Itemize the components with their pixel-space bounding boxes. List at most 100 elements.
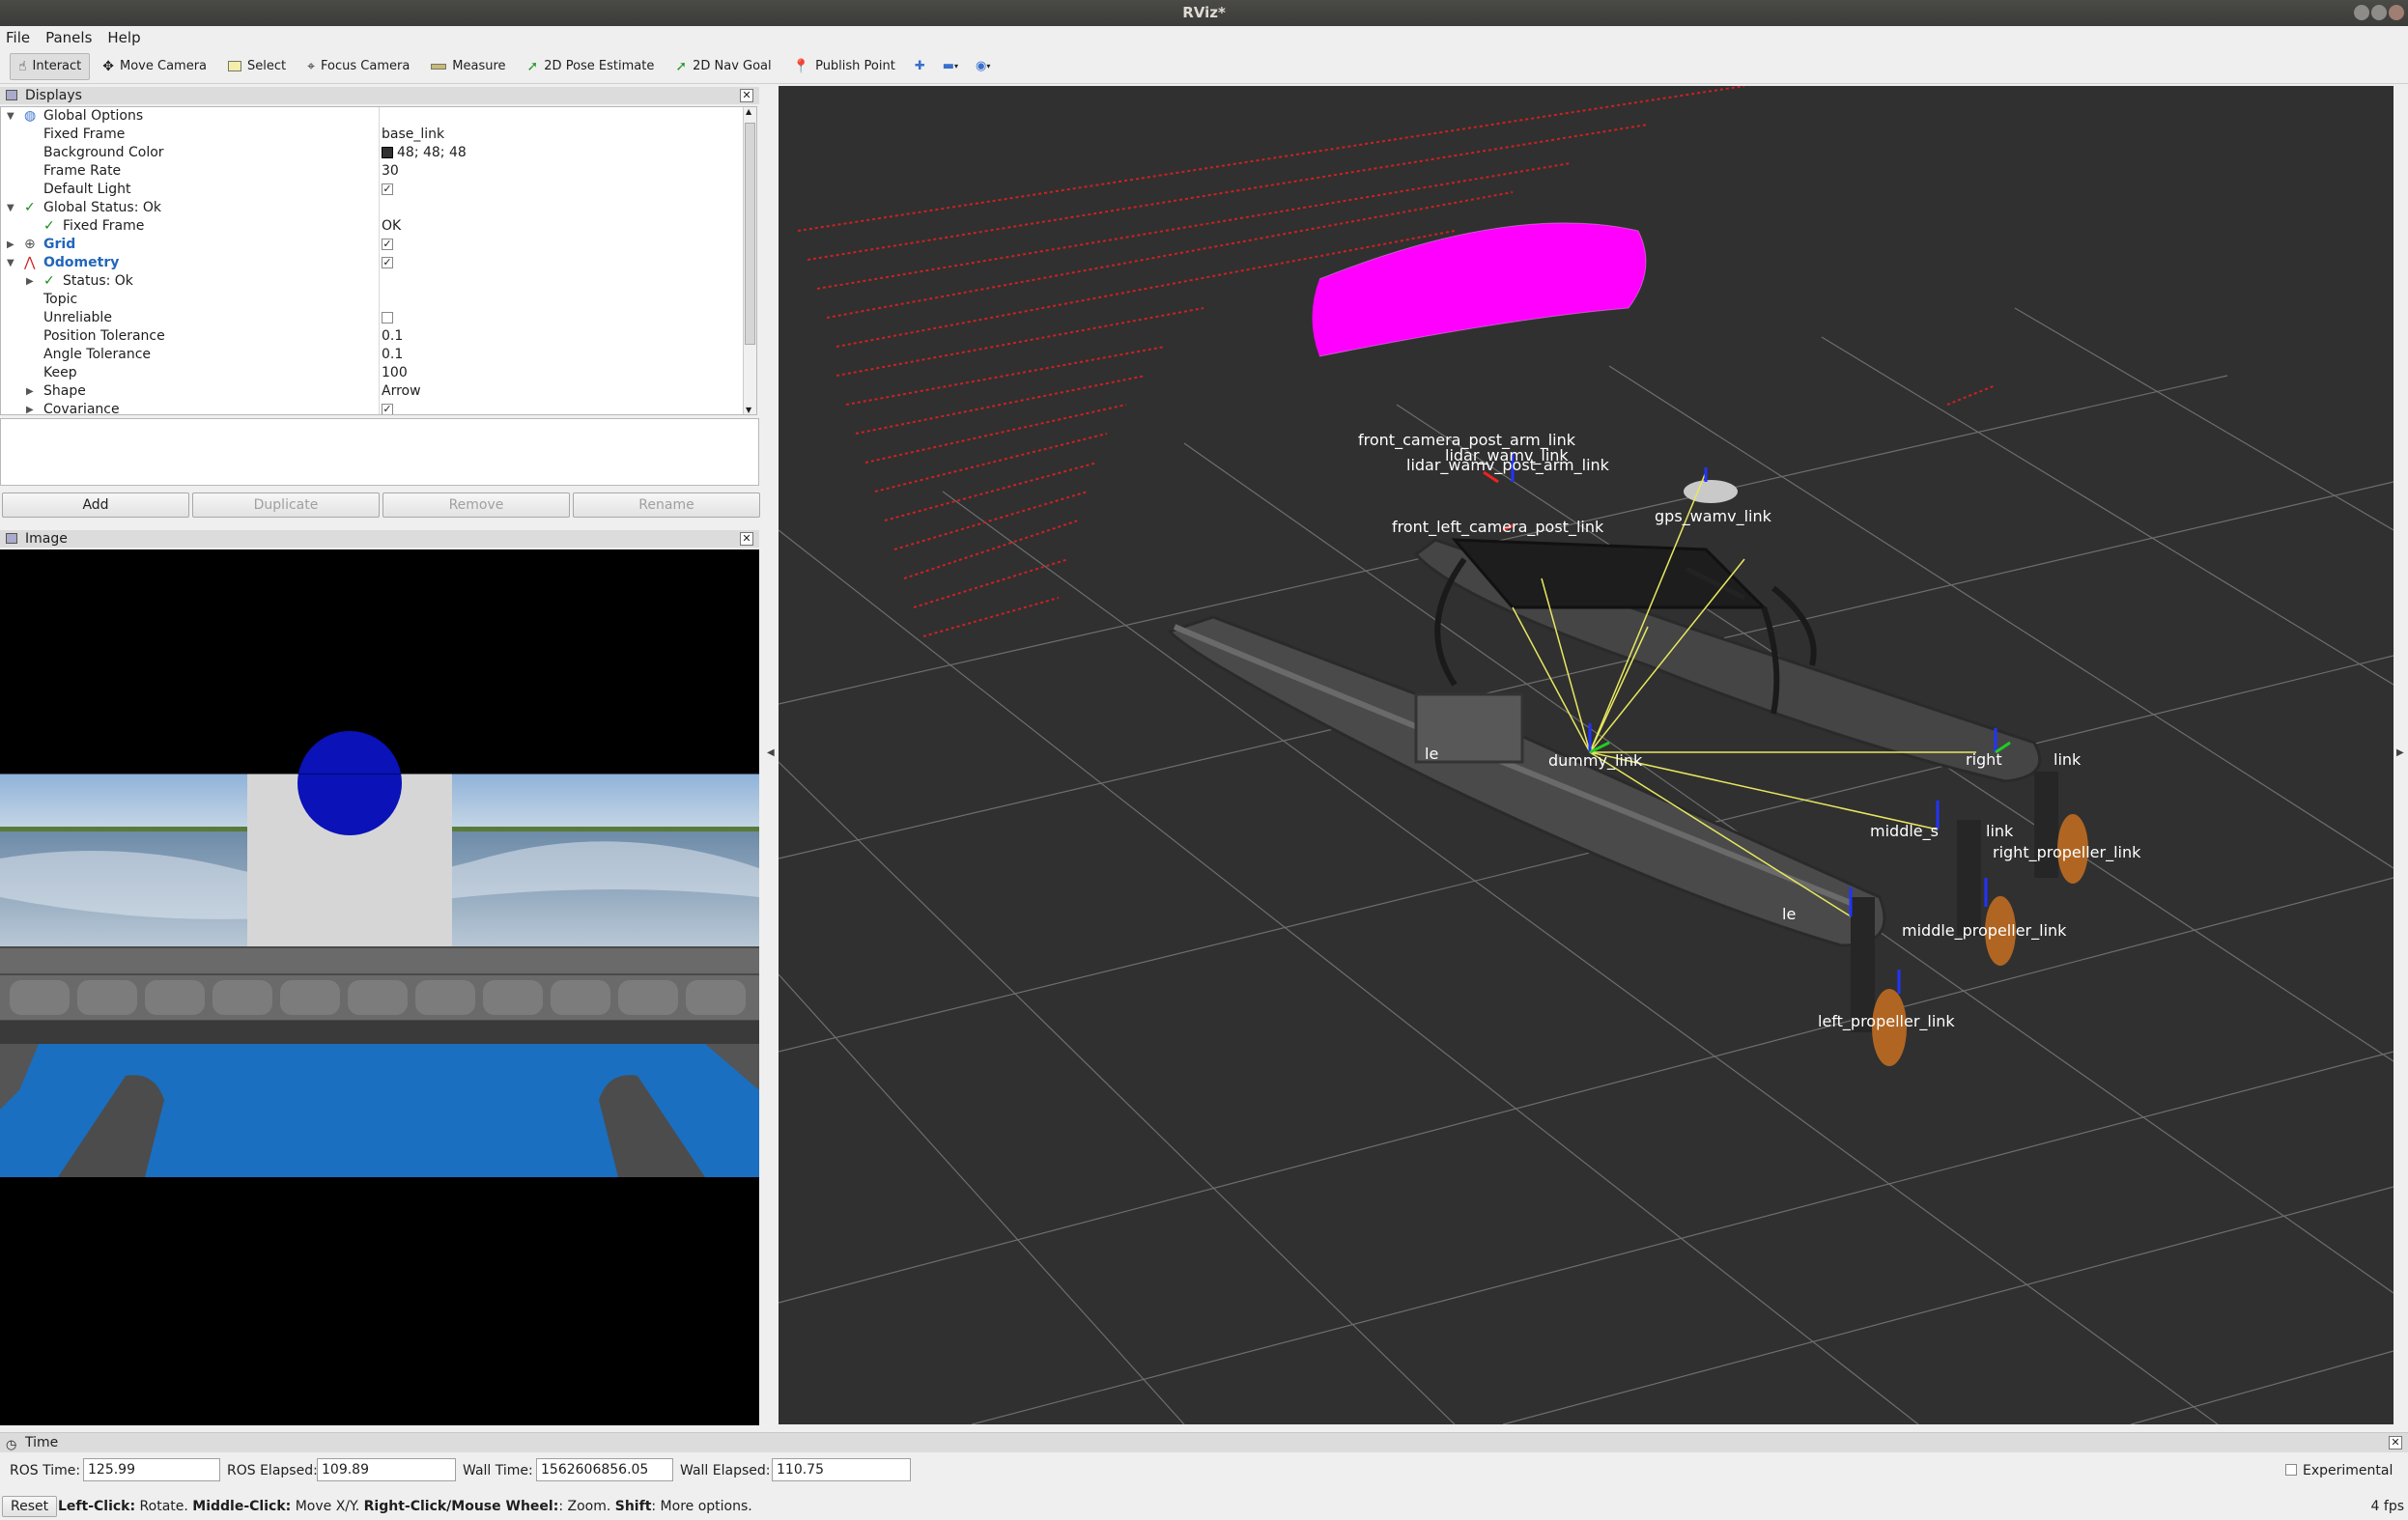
remove-display-button[interactable]: Remove [382, 493, 570, 518]
grid-enabled-checkbox[interactable]: ✓ [382, 239, 393, 250]
tree-row-angle-tolerance[interactable]: Angle Tolerance 0.1 [1, 346, 745, 364]
tree-label: Topic [43, 292, 78, 307]
measure-tool-button[interactable]: Measure [422, 53, 514, 80]
wall-elapsed-field[interactable]: 110.75 [772, 1458, 911, 1481]
window-title: RViz* [1182, 4, 1226, 21]
tree-label: Odometry [43, 255, 120, 270]
tree-row-global-status[interactable]: ▼ ✓ Global Status: Ok [1, 199, 745, 217]
render-3d-view[interactable]: front_camera_post_arm_link lidar_wamv_po… [779, 86, 2394, 1424]
tree-row-fixed-frame[interactable]: Fixed Frame base_link [1, 126, 745, 144]
camera-type-button[interactable]: ◉ ▾ [969, 53, 997, 80]
add-tool-button[interactable]: ✚ [908, 53, 932, 80]
tree-row-frame-rate[interactable]: Frame Rate 30 [1, 162, 745, 181]
odometry-enabled-checkbox[interactable]: ✓ [382, 257, 393, 268]
dropdown-arrow-icon: ▾ [986, 62, 991, 70]
status-value: OK [382, 218, 402, 234]
tree-row-fixed-frame-status[interactable]: ✓ Fixed Frame OK [1, 217, 745, 236]
green-arrow-icon: ➚ [526, 58, 539, 74]
camera-image [0, 731, 759, 1177]
pose-estimate-tool-button[interactable]: ➚ 2D Pose Estimate [519, 53, 664, 80]
collapsed-arrow-icon[interactable]: ▶ [26, 382, 34, 401]
background-color-value[interactable]: 48; 48; 48 [382, 144, 467, 162]
tree-label: Fixed Frame [63, 218, 145, 234]
expanded-arrow-icon[interactable]: ▼ [7, 107, 14, 126]
default-light-checkbox[interactable]: ✓ [382, 183, 393, 195]
focus-camera-tool-button[interactable]: ⌖ Focus Camera [298, 53, 418, 80]
tree-row-position-tolerance[interactable]: Position Tolerance 0.1 [1, 327, 745, 346]
tree-label: Background Color [43, 145, 164, 160]
green-arrow-icon: ➚ [675, 58, 688, 74]
menu-panels[interactable]: Panels [45, 29, 92, 46]
expanded-arrow-icon[interactable]: ▼ [7, 199, 14, 217]
tree-row-background-color[interactable]: Background Color 48; 48; 48 [1, 144, 745, 162]
ros-time-field[interactable]: 125.99 [83, 1458, 220, 1481]
collapse-left-arrow-icon[interactable]: ◀ [767, 747, 775, 758]
remove-tool-button[interactable]: ▬ ▾ [936, 53, 965, 80]
menu-file[interactable]: File [6, 29, 30, 46]
tree-row-global-options[interactable]: ▼ ◍ Global Options [1, 107, 745, 126]
time-panel-header: ◷ Time ✕ [0, 1433, 2408, 1452]
select-tool-button[interactable]: Select [219, 53, 295, 80]
experimental-checkbox[interactable] [2285, 1464, 2297, 1476]
image-icon [6, 533, 17, 544]
nav-goal-tool-button[interactable]: ➚ 2D Nav Goal [666, 53, 779, 80]
close-icon[interactable]: ✕ [2389, 1436, 2402, 1450]
close-icon[interactable]: ✕ [740, 532, 753, 546]
wall-time-field[interactable]: 1562606856.05 [536, 1458, 673, 1481]
covariance-checkbox[interactable]: ✓ [382, 404, 393, 414]
menu-help[interactable]: Help [107, 29, 140, 46]
rename-display-button[interactable]: Rename [573, 493, 760, 518]
hint-text: : More options. [651, 1499, 752, 1514]
minimize-button[interactable] [2354, 5, 2369, 20]
move-camera-tool-button[interactable]: ✥ Move Camera [94, 53, 215, 80]
tree-row-keep[interactable]: Keep 100 [1, 364, 745, 382]
unreliable-checkbox[interactable] [382, 312, 393, 324]
position-tolerance-value[interactable]: 0.1 [382, 327, 403, 346]
add-display-button[interactable]: Add [2, 493, 189, 518]
publish-point-tool-button[interactable]: 📍 Publish Point [784, 53, 904, 80]
tree-row-status[interactable]: ▶ ✓ Status: Ok [1, 272, 745, 291]
tree-row-default-light[interactable]: Default Light ✓ [1, 181, 745, 199]
scene-3d: front_camera_post_arm_link lidar_wamv_po… [779, 86, 2394, 1424]
camera-image-view[interactable] [0, 549, 759, 1425]
tool-bar: ☝ Interact ✥ Move Camera Select ⌖ Focus Cam… [0, 49, 2408, 84]
maximize-button[interactable] [2371, 5, 2387, 20]
tree-row-grid[interactable]: ▶ ⊕ Grid ✓ [1, 236, 745, 254]
tree-label: Shape [43, 383, 86, 399]
tree-row-odometry[interactable]: ▼ ⋀ Odometry ✓ [1, 254, 745, 272]
ros-elapsed-field[interactable]: 109.89 [317, 1458, 456, 1481]
tree-row-shape[interactable]: ▶ Shape Arrow [1, 382, 745, 401]
collapsed-arrow-icon[interactable]: ▶ [26, 401, 34, 414]
tree-label: Global Options [43, 108, 144, 124]
fixed-frame-value[interactable]: base_link [382, 126, 444, 144]
close-button[interactable] [2389, 5, 2404, 20]
tree-row-covariance[interactable]: ▶ Covariance ✓ [1, 401, 745, 414]
hint-text: Move X/Y. [291, 1499, 364, 1514]
keep-value[interactable]: 100 [382, 364, 408, 382]
expanded-arrow-icon[interactable]: ▼ [7, 254, 14, 272]
duplicate-display-button[interactable]: Duplicate [192, 493, 380, 518]
interact-tool-button[interactable]: ☝ Interact [10, 52, 91, 80]
scroll-up-icon[interactable]: ▲ [746, 107, 751, 116]
tree-label: Status: Ok [63, 273, 133, 289]
display-tree[interactable]: ▼ ◍ Global Options Fixed Frame base_link… [0, 106, 757, 415]
collapsed-arrow-icon[interactable]: ▶ [7, 236, 14, 254]
hint-key: Left-Click: [58, 1499, 136, 1514]
time-panel: ◷ Time ✕ ROS Time: 125.99 ROS Elapsed: 1… [0, 1432, 2408, 1519]
tree-row-unreliable[interactable]: Unreliable [1, 309, 745, 327]
scroll-down-icon[interactable]: ▼ [746, 406, 751, 414]
frame-rate-value[interactable]: 30 [382, 162, 399, 181]
reset-button[interactable]: Reset [2, 1496, 58, 1517]
scrollbar-thumb[interactable] [745, 123, 755, 345]
collapsed-arrow-icon[interactable]: ▶ [26, 272, 34, 291]
checkmark-icon: ✓ [24, 200, 36, 215]
close-icon[interactable]: ✕ [740, 89, 753, 102]
shape-value[interactable]: Arrow [382, 382, 421, 401]
tf-label-left-partial: le [1782, 905, 1796, 923]
tree-scrollbar[interactable]: ▲ ▼ [743, 107, 756, 414]
lidar-points [797, 86, 1997, 637]
angle-tolerance-value[interactable]: 0.1 [382, 346, 403, 364]
status-bar: Reset Left-Click: Rotate. Middle-Click: … [0, 1493, 2408, 1520]
collapse-right-arrow-icon[interactable]: ▶ [2396, 747, 2404, 758]
tree-row-topic[interactable]: Topic [1, 291, 745, 309]
